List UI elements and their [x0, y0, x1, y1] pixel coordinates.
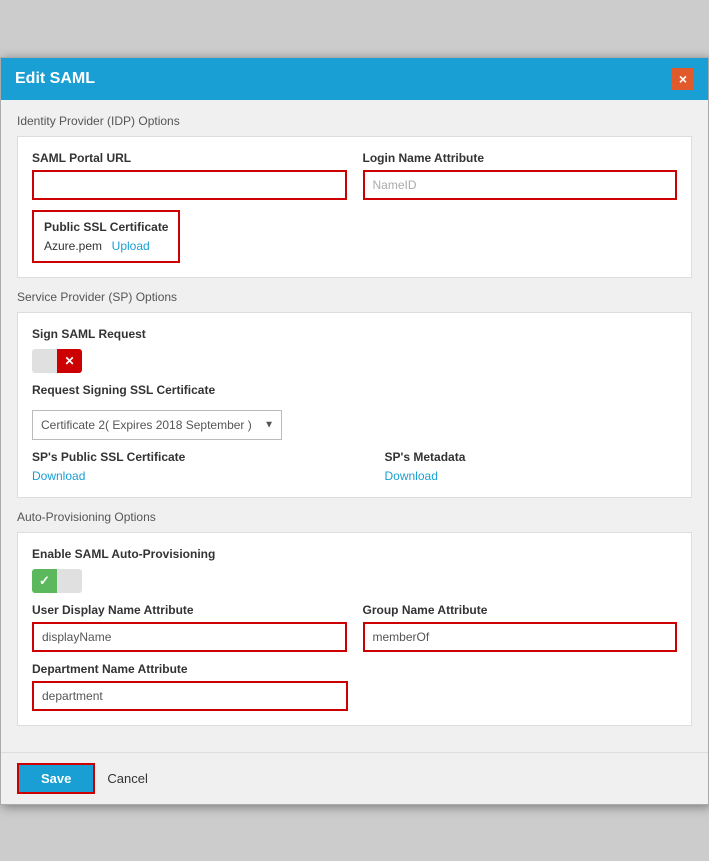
sign-saml-toggle[interactable]: ✕ — [32, 349, 82, 373]
idp-top-row: SAML Portal URL Login Name Attribute — [32, 151, 677, 200]
request-signing-select-wrapper: Certificate 2( Expires 2018 September ) … — [32, 410, 282, 440]
saml-portal-url-col: SAML Portal URL — [32, 151, 347, 200]
request-signing-label: Request Signing SSL Certificate — [32, 383, 677, 397]
enable-auto-prov-label: Enable SAML Auto-Provisioning — [32, 547, 677, 561]
auto-prov-section-box: Enable SAML Auto-Provisioning User Displ… — [17, 532, 692, 726]
idp-section-box: SAML Portal URL Login Name Attribute Pub… — [17, 136, 692, 278]
user-display-name-input[interactable] — [32, 622, 347, 652]
auto-prov-section-label: Auto-Provisioning Options — [17, 510, 692, 524]
dialog-body: Identity Provider (IDP) Options SAML Por… — [1, 100, 708, 752]
group-name-col: Group Name Attribute — [363, 603, 678, 652]
attribute-row-1: User Display Name Attribute Group Name A… — [32, 603, 677, 652]
sp-metadata-label: SP's Metadata — [385, 450, 678, 464]
sign-saml-label: Sign SAML Request — [32, 327, 677, 341]
ssl-cert-label: Public SSL Certificate — [44, 220, 168, 234]
toggle-off-part — [57, 569, 82, 593]
sp-public-ssl-col: SP's Public SSL Certificate Download — [32, 450, 325, 483]
login-name-attribute-input[interactable] — [363, 170, 678, 200]
save-button[interactable]: Save — [17, 763, 95, 794]
sp-cert-metadata-row: SP's Public SSL Certificate Download SP'… — [32, 450, 677, 483]
login-name-attribute-label: Login Name Attribute — [363, 151, 678, 165]
login-name-attribute-col: Login Name Attribute — [363, 151, 678, 200]
request-signing-select[interactable]: Certificate 2( Expires 2018 September ) — [32, 410, 282, 440]
sp-metadata-col: SP's Metadata Download — [385, 450, 678, 483]
saml-portal-url-input[interactable] — [32, 170, 347, 200]
idp-section-label: Identity Provider (IDP) Options — [17, 114, 692, 128]
sp-section-label: Service Provider (SP) Options — [17, 290, 692, 304]
enable-auto-prov-toggle-container — [32, 569, 677, 593]
group-name-input[interactable] — [363, 622, 678, 652]
dialog-title: Edit SAML — [15, 70, 95, 88]
sp-metadata-download-link[interactable]: Download — [385, 469, 438, 483]
dialog-header: Edit SAML × — [1, 58, 708, 100]
saml-portal-url-label: SAML Portal URL — [32, 151, 347, 165]
cancel-button[interactable]: Cancel — [107, 771, 147, 786]
sp-public-ssl-download-link[interactable]: Download — [32, 469, 85, 483]
group-name-label: Group Name Attribute — [363, 603, 678, 617]
request-signing-row: Request Signing SSL Certificate Certific… — [32, 383, 677, 440]
ssl-cert-box: Public SSL Certificate Azure.pem Upload — [32, 210, 180, 263]
user-display-name-label: User Display Name Attribute — [32, 603, 347, 617]
user-display-name-col: User Display Name Attribute — [32, 603, 347, 652]
dialog-footer: Save Cancel — [1, 752, 708, 804]
sp-section-box: Sign SAML Request ✕ Request Signing SSL … — [17, 312, 692, 498]
close-button[interactable]: × — [672, 68, 694, 90]
toggle-sign-x-part: ✕ — [57, 349, 82, 373]
ssl-cert-filename: Azure.pem — [44, 239, 102, 253]
enable-auto-prov-toggle[interactable] — [32, 569, 82, 593]
sp-public-ssl-label: SP's Public SSL Certificate — [32, 450, 325, 464]
department-name-input[interactable] — [32, 681, 348, 711]
sign-saml-toggle-container: ✕ — [32, 349, 677, 373]
toggle-on-part — [32, 569, 57, 593]
department-name-row: Department Name Attribute — [32, 662, 677, 711]
upload-link[interactable]: Upload — [112, 239, 150, 253]
toggle-sign-off-part — [32, 349, 57, 373]
department-name-label: Department Name Attribute — [32, 662, 677, 676]
edit-saml-dialog: Edit SAML × Identity Provider (IDP) Opti… — [0, 57, 709, 805]
